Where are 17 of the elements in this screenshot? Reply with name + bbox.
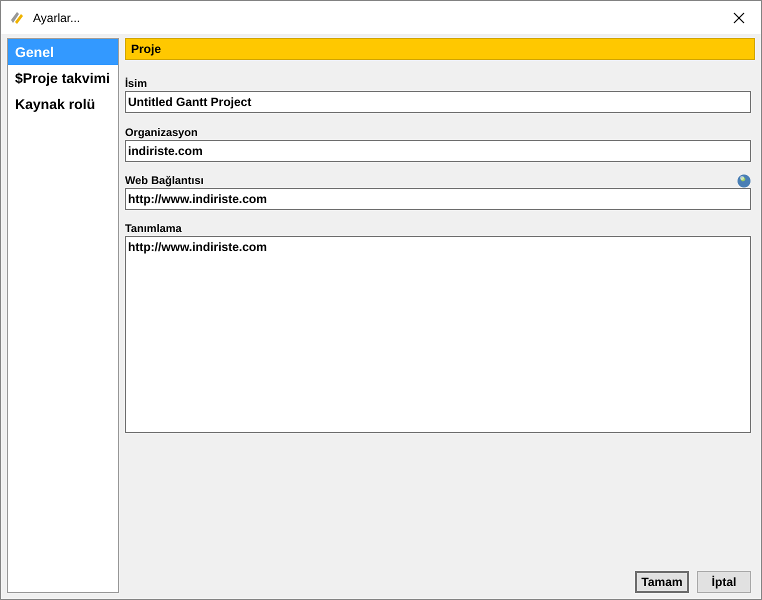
sidebar-item[interactable]: Kaynak rolü — [8, 91, 118, 117]
app-icon — [9, 10, 25, 26]
dialog-button[interactable]: İptal — [697, 571, 751, 593]
description-field[interactable]: http://www.indiriste.com — [125, 236, 751, 433]
input-field[interactable]: Untitled Gantt Project — [125, 91, 751, 113]
dialog-button[interactable]: Tamam — [635, 571, 689, 593]
field-label: Organizasyon — [125, 126, 198, 140]
globe-icon[interactable] — [737, 174, 751, 188]
window-title: Ayarlar... — [33, 10, 80, 26]
close-icon[interactable] — [733, 12, 745, 24]
field-label: Web Bağlantısı — [125, 174, 204, 188]
section-header: Proje — [125, 38, 755, 60]
sidebar-item[interactable]: $Proje takvimi — [8, 65, 118, 91]
field-label: Tanımlama — [125, 222, 182, 236]
field-label: İsim — [125, 77, 148, 91]
input-field[interactable]: indiriste.com — [125, 140, 751, 162]
input-field[interactable]: http://www.indiriste.com — [125, 188, 751, 210]
